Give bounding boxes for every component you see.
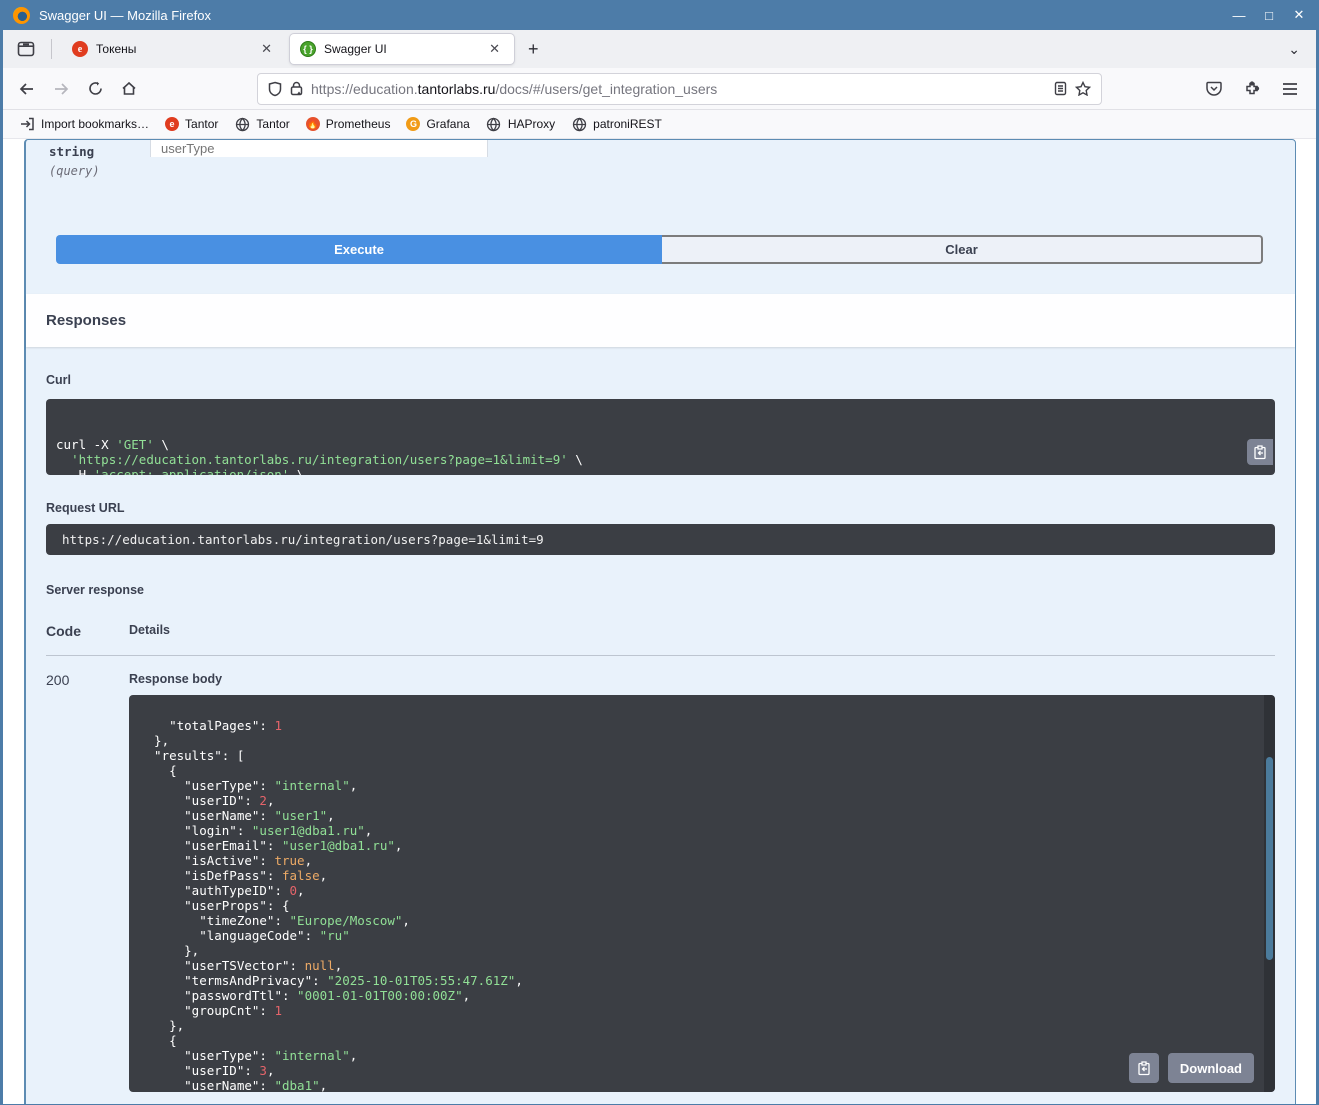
bookmark-grafana[interactable]: G Grafana xyxy=(400,114,475,134)
forward-button[interactable] xyxy=(45,74,77,104)
globe-icon xyxy=(234,116,250,132)
request-url-label: Request URL xyxy=(46,501,125,515)
navigation-toolbar: https://education.tantorlabs.ru/docs/#/u… xyxy=(3,68,1316,110)
status-code: 200 xyxy=(46,672,70,688)
maximize-button[interactable]: □ xyxy=(1262,8,1276,23)
bookmarks-bar: Import bookmarks… e Tantor Tantor 🔥 Prom… xyxy=(3,110,1316,139)
swagger-operation-block: string (query) Execute Clear Responses C… xyxy=(24,139,1296,1104)
tab-divider xyxy=(51,39,52,59)
parameters-section: string (query) xyxy=(26,140,1295,235)
firefox-icon xyxy=(13,6,30,24)
responses-title: Responses xyxy=(46,312,127,329)
bookmark-haproxy[interactable]: HAProxy xyxy=(480,113,561,135)
copy-curl-icon[interactable] xyxy=(1247,439,1273,465)
response-table-header: Code Details xyxy=(46,623,1275,656)
window-title: Swagger UI — Mozilla Firefox xyxy=(39,7,211,23)
reload-button[interactable] xyxy=(79,74,111,104)
execute-row: Execute Clear xyxy=(56,235,1263,264)
code-column-header: Code xyxy=(46,623,81,639)
responses-section-body: Curl curl -X 'GET' \ 'https://education.… xyxy=(26,347,1295,1104)
curl-label: Curl xyxy=(46,373,71,387)
request-url-value: https://education.tantorlabs.ru/integrat… xyxy=(46,524,1275,555)
close-button[interactable]: ✕ xyxy=(1292,7,1306,23)
bookmark-patronirest[interactable]: patroniREST xyxy=(565,113,668,135)
execute-button[interactable]: Execute xyxy=(56,235,662,264)
menu-hamburger-icon[interactable] xyxy=(1274,74,1306,104)
tab-swagger-ui[interactable]: { } Swagger UI ✕ xyxy=(290,34,514,64)
lock-icon[interactable] xyxy=(290,81,303,96)
response-body-label: Response body xyxy=(129,672,223,686)
bookmark-tantor-1[interactable]: e Tantor xyxy=(159,114,224,134)
server-response-label: Server response xyxy=(46,583,144,597)
response-row: 200 Response body "totalPages": 1 }, "re… xyxy=(46,672,1275,1104)
tab-label: Swagger UI xyxy=(324,42,387,56)
clear-button[interactable]: Clear xyxy=(662,235,1263,264)
tab-bar: e Токены ✕ { } Swagger UI ✕ + ⌄ xyxy=(3,30,1316,68)
scrollbar-track[interactable] xyxy=(1264,695,1275,1092)
copy-response-icon[interactable] xyxy=(1128,1053,1159,1083)
extensions-puzzle-icon[interactable] xyxy=(1236,74,1268,104)
minimize-button[interactable]: — xyxy=(1232,8,1246,23)
browser-window: Swagger UI — Mozilla Firefox — □ ✕ e Ток… xyxy=(0,0,1319,1105)
details-column-header: Details xyxy=(129,623,170,637)
grafana-icon: G xyxy=(406,117,421,131)
page-content: string (query) Execute Clear Responses C… xyxy=(3,139,1316,1104)
tab-close-icon[interactable]: ✕ xyxy=(485,39,504,59)
swagger-favicon: { } xyxy=(300,41,316,57)
reader-mode-icon[interactable] xyxy=(1054,81,1067,96)
bookmark-tantor-2[interactable]: Tantor xyxy=(228,113,295,135)
bookmark-prometheus[interactable]: 🔥 Prometheus xyxy=(300,114,397,134)
prometheus-icon: 🔥 xyxy=(305,117,320,131)
shield-icon[interactable] xyxy=(268,81,282,97)
tab-close-icon[interactable]: ✕ xyxy=(257,39,276,59)
curl-command[interactable]: curl -X 'GET' \ 'https://education.tanto… xyxy=(46,399,1275,475)
param-location-label: (query) xyxy=(49,164,100,178)
new-tab-button[interactable]: + xyxy=(518,39,549,60)
tab-tokens[interactable]: e Токены ✕ xyxy=(62,34,286,64)
tantor-favicon: e xyxy=(72,41,88,57)
scrollbar-thumb[interactable] xyxy=(1266,757,1273,960)
list-all-tabs-icon[interactable]: ⌄ xyxy=(1280,41,1308,58)
url-bar[interactable]: https://education.tantorlabs.ru/docs/#/u… xyxy=(257,72,1102,105)
title-bar: Swagger UI — Mozilla Firefox — □ ✕ xyxy=(3,0,1316,30)
responses-section-header: Responses xyxy=(26,294,1295,347)
back-button[interactable] xyxy=(11,74,43,104)
response-body-json[interactable]: "totalPages": 1 }, "results": [ { "userT… xyxy=(129,695,1275,1092)
import-icon xyxy=(19,116,35,132)
bookmark-import[interactable]: Import bookmarks… xyxy=(13,113,155,135)
param-input-wrapper xyxy=(150,140,488,157)
download-button[interactable]: Download xyxy=(1167,1053,1254,1083)
tantor-icon: e xyxy=(165,117,180,131)
usertype-param-input[interactable] xyxy=(150,140,488,157)
globe-icon xyxy=(571,116,587,132)
pocket-icon[interactable] xyxy=(1198,74,1230,104)
tab-label: Токены xyxy=(96,42,137,56)
globe-icon xyxy=(486,116,502,132)
firefox-view-icon[interactable] xyxy=(11,35,41,63)
param-type-label: string xyxy=(49,144,95,159)
url-text[interactable]: https://education.tantorlabs.ru/docs/#/u… xyxy=(311,81,1046,97)
home-button[interactable] xyxy=(113,74,145,104)
bookmark-star-icon[interactable] xyxy=(1075,81,1091,96)
